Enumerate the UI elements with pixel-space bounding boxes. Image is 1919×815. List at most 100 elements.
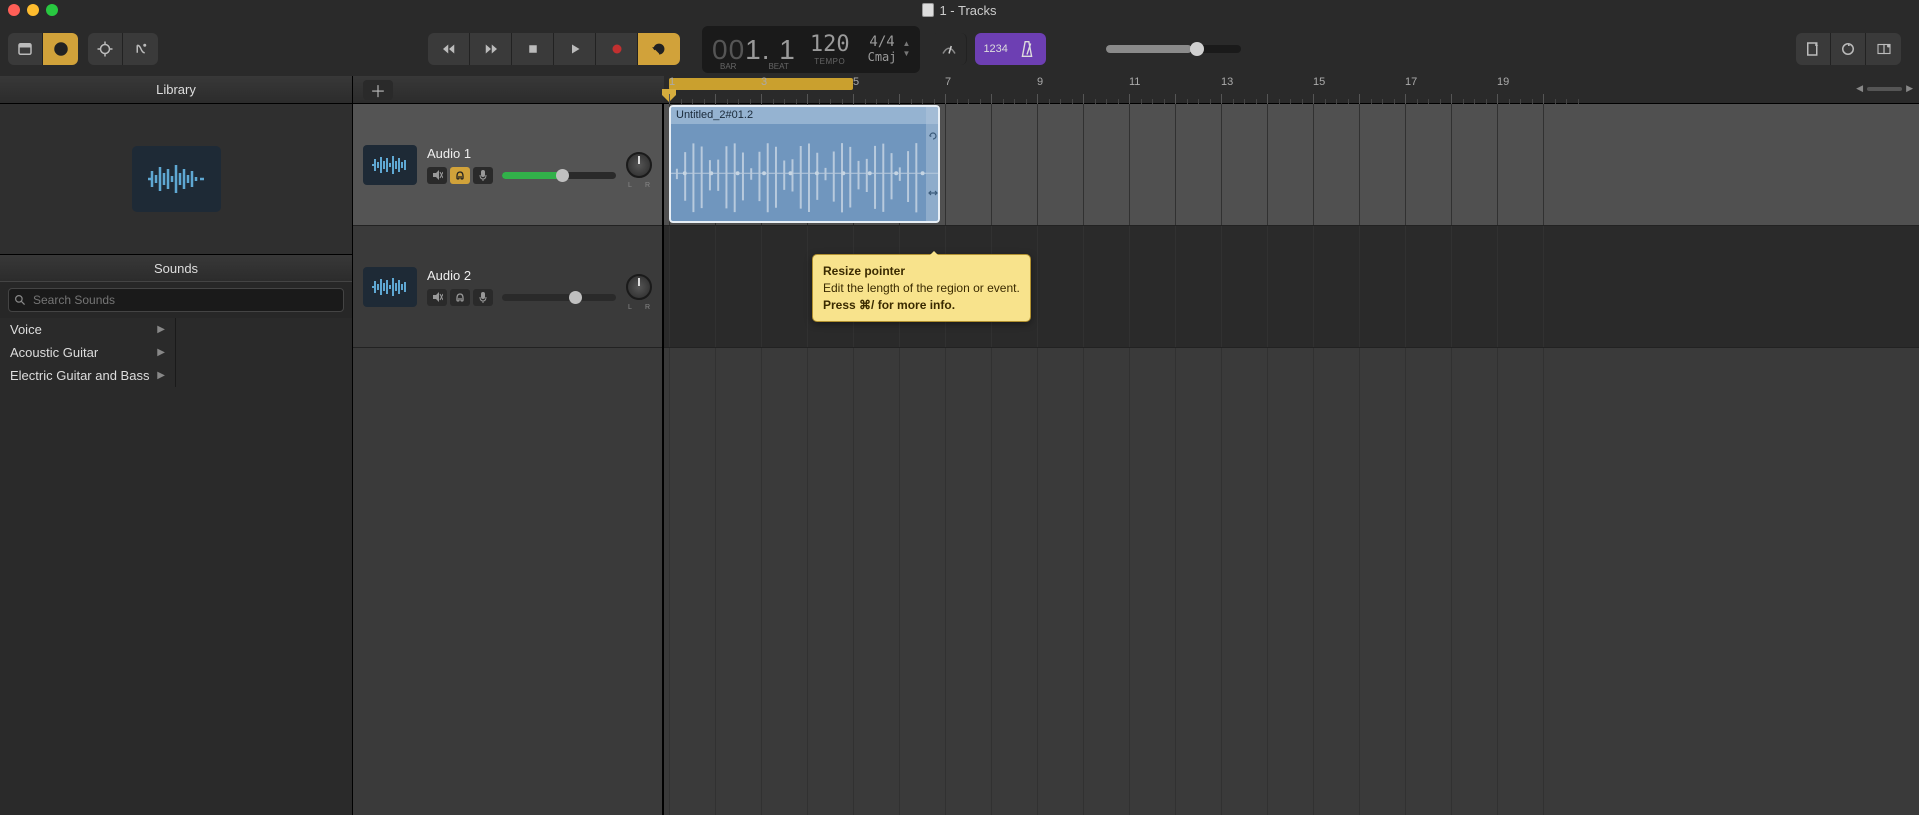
horizontal-zoom[interactable]: ◀ ▶ [1856, 83, 1913, 94]
window-title: 1 - Tracks [939, 3, 996, 18]
timeline-rows[interactable]: Untitled_2#01.2 Resize pointer Edit the l… [664, 104, 1919, 815]
add-track-button[interactable]: ＋ [363, 80, 393, 100]
track-volume-slider[interactable] [502, 294, 616, 301]
monitor-button[interactable] [450, 167, 470, 184]
region-name: Untitled_2#01.2 [671, 107, 938, 124]
lcd-beat-label: BEAT [768, 62, 788, 71]
input-button[interactable] [473, 167, 493, 184]
sounds-list: Voice▶Acoustic Guitar▶Electric Guitar an… [0, 318, 352, 815]
master-volume-slider[interactable] [1106, 45, 1241, 53]
transport [428, 33, 680, 65]
rewind-button[interactable] [428, 33, 470, 65]
sound-category-item[interactable]: Voice ▶ [0, 318, 175, 341]
zoom-in-icon[interactable]: ▶ [1906, 83, 1913, 94]
sound-category-label: Voice [10, 322, 42, 337]
lcd-timesig[interactable]: 4/4 [869, 34, 894, 50]
track-volume-fill [502, 172, 562, 179]
track-icon[interactable] [363, 145, 417, 185]
lcd-position: 1. 1 [745, 34, 796, 65]
track-header[interactable]: Audio 2 LR [353, 226, 662, 348]
track-name[interactable]: Audio 1 [427, 146, 616, 161]
play-button[interactable] [554, 33, 596, 65]
timeline: ◀ ▶ 135791113151719 Untitled_2#01.2 Resi… [664, 104, 1919, 815]
forward-button[interactable] [470, 33, 512, 65]
region-waveform [671, 124, 938, 223]
tracks-area: ＋ Audio 1 LR [353, 76, 1919, 815]
record-button[interactable] [596, 33, 638, 65]
document-icon [922, 3, 934, 17]
library-panel: Library Sounds Voice▶Acoustic Guitar▶Ele… [0, 76, 353, 815]
bar-number: 5 [853, 76, 859, 88]
audio-region[interactable]: Untitled_2#01.2 [669, 105, 940, 223]
tooltip-title: Resize pointer [823, 264, 905, 278]
help-tooltip: Resize pointer Edit the length of the reg… [812, 254, 1031, 322]
smart-controls-button[interactable] [88, 33, 123, 65]
lcd-display[interactable]: 001. 1 BAR BEAT 120 TEMPO 4/4 Cmaj ▲▼ [702, 26, 920, 73]
master-volume-knob[interactable] [1190, 42, 1204, 56]
loop-icon [928, 131, 938, 141]
ruler[interactable]: ◀ ▶ 135791113151719 [664, 76, 1919, 104]
track-name[interactable]: Audio 2 [427, 268, 616, 283]
track-header[interactable]: Audio 1 LR [353, 104, 662, 226]
metronome-icon [1016, 38, 1038, 60]
sound-category-item[interactable]: Electric Guitar and Bass ▶ [0, 364, 175, 387]
quick-help-button[interactable]: ? [43, 33, 78, 65]
mute-button[interactable] [427, 289, 447, 306]
waveform-icon [370, 152, 410, 178]
zoom-slider[interactable] [1867, 87, 1902, 91]
toolbar: ? 001. 1 BAR BEAT 120 TEMPO 4/4 Cmaj ▲▼ … [0, 22, 1919, 76]
bar-number: 7 [945, 76, 951, 88]
bar-number: 15 [1313, 76, 1325, 88]
cycle-button[interactable] [638, 33, 680, 65]
loop-browser-button[interactable] [1831, 33, 1866, 65]
chevron-right-icon: ▶ [157, 370, 165, 381]
notepad-button[interactable] [1796, 33, 1831, 65]
count-in-button[interactable]: 1234 [975, 33, 1045, 65]
resize-icon [928, 188, 938, 198]
zoom-out-icon[interactable]: ◀ [1856, 83, 1863, 94]
track-volume-knob[interactable] [569, 291, 582, 304]
mute-button[interactable] [427, 167, 447, 184]
tooltip-body: Edit the length of the region or event. [823, 281, 1020, 295]
library-artwork [0, 104, 352, 254]
master-volume-fill [1106, 45, 1192, 53]
media-browser-button[interactable] [1866, 33, 1901, 65]
track-headers: Audio 1 LR Audio 2 [353, 104, 664, 815]
bar-number: 17 [1405, 76, 1417, 88]
pan-knob[interactable] [626, 152, 652, 178]
sounds-search-input[interactable] [8, 288, 344, 312]
tuner-button[interactable] [932, 33, 967, 65]
lcd-position-dim: 00 [712, 34, 745, 65]
chevron-right-icon: ▶ [157, 347, 165, 358]
track-icon[interactable] [363, 267, 417, 307]
bar-number: 9 [1037, 76, 1043, 88]
stop-button[interactable] [512, 33, 554, 65]
track-volume-knob[interactable] [556, 169, 569, 182]
timeline-track-row[interactable]: Untitled_2#01.2 [664, 104, 1919, 226]
bar-number: 19 [1497, 76, 1509, 88]
bar-number: 1 [669, 76, 675, 88]
bar-number: 11 [1129, 76, 1140, 88]
monitor-button[interactable] [450, 289, 470, 306]
sound-category-label: Acoustic Guitar [10, 345, 98, 360]
lcd-tempo-label: TEMPO [814, 57, 845, 66]
input-button[interactable] [473, 289, 493, 306]
library-header: Library [0, 76, 352, 104]
pan-knob[interactable] [626, 274, 652, 300]
track-volume-slider[interactable] [502, 172, 616, 179]
lcd-tempo[interactable]: 120 [810, 32, 850, 57]
sound-category-item[interactable]: Acoustic Guitar ▶ [0, 341, 175, 364]
lcd-bar-label: BAR [720, 62, 736, 71]
region-resize-handle[interactable] [926, 107, 940, 221]
chevron-right-icon: ▶ [157, 324, 165, 335]
sound-category-label: Electric Guitar and Bass [10, 368, 149, 383]
lcd-key[interactable]: Cmaj [868, 50, 897, 64]
lcd-mode-arrows[interactable]: ▲▼ [903, 40, 911, 58]
editors-button[interactable] [123, 33, 158, 65]
library-button[interactable] [8, 33, 43, 65]
tooltip-hint: Press ⌘/ for more info. [823, 298, 955, 312]
titlebar: 1 - Tracks [0, 0, 1919, 22]
bar-number: 13 [1221, 76, 1233, 88]
bar-number: 3 [761, 76, 767, 88]
waveform-icon [146, 159, 206, 199]
